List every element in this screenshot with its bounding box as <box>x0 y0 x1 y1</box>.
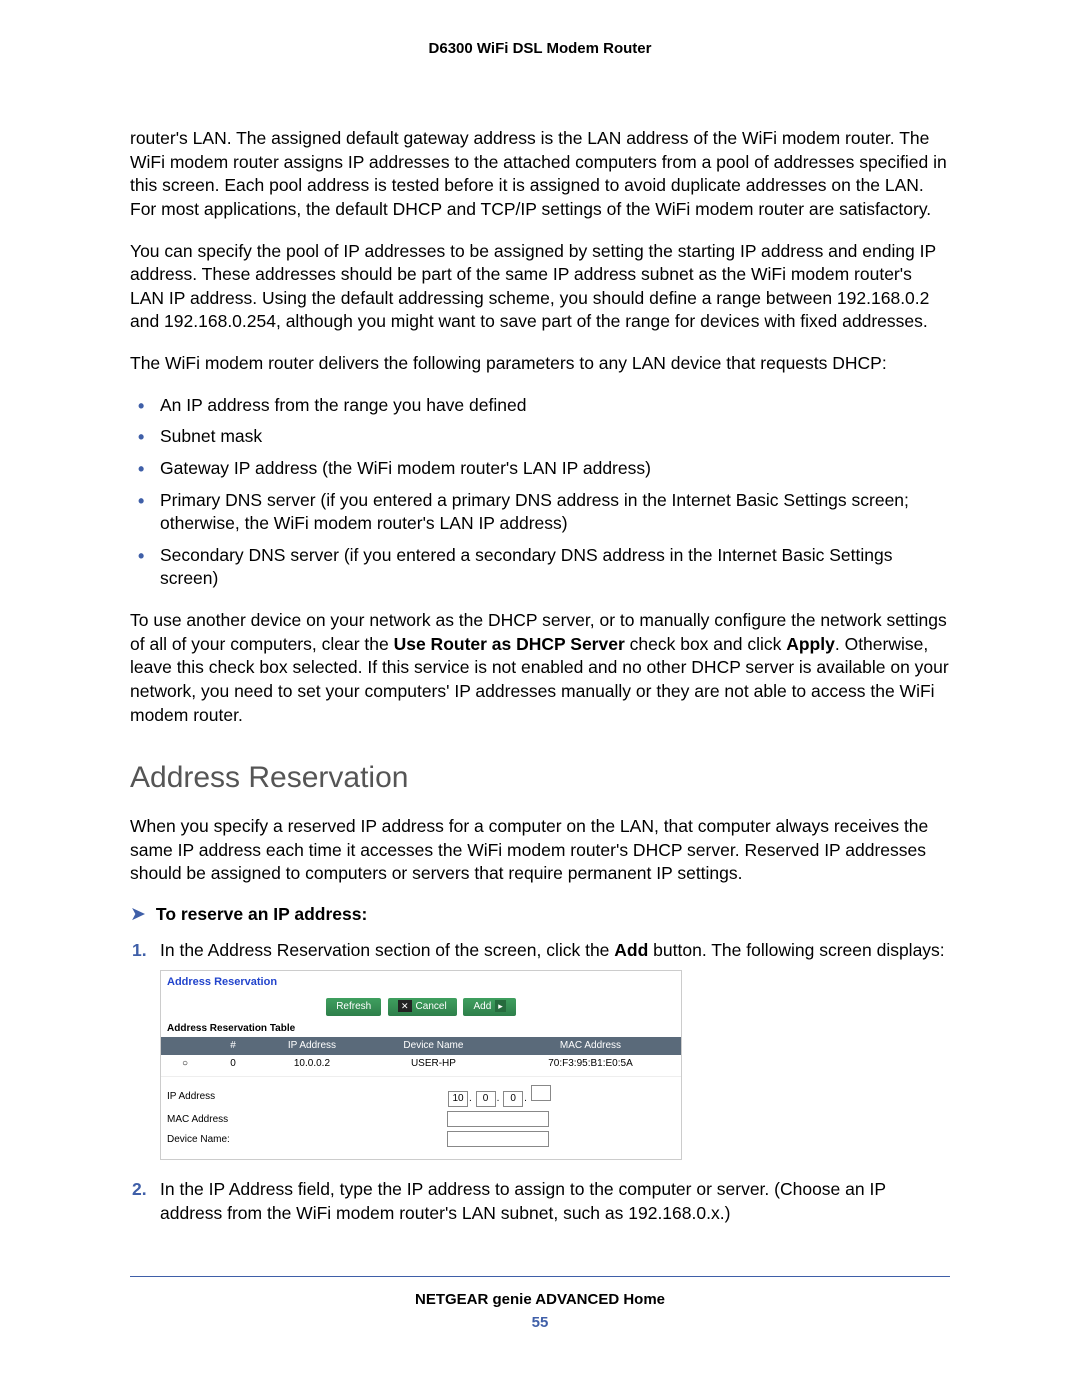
address-reservation-screenshot: Address Reservation Refresh ✕ Cancel Add ▸… <box>160 970 682 1160</box>
screenshot-button-row: Refresh ✕ Cancel Add ▸ <box>161 994 681 1020</box>
row-ip: 10.0.0.2 <box>257 1055 367 1073</box>
procedure-steps: In the Address Reservation section of th… <box>130 939 950 1226</box>
device-name-input[interactable] <box>447 1131 549 1147</box>
section-heading-address-reservation: Address Reservation <box>130 761 950 795</box>
cancel-button-label: Cancel <box>416 1001 447 1012</box>
step-2: In the IP Address field, type the IP add… <box>160 1178 950 1225</box>
paragraph-3: The WiFi modem router delivers the follo… <box>130 352 950 376</box>
text-span: button. The following screen displays: <box>648 940 944 960</box>
procedure-heading: ➤ To reserve an IP address: <box>130 904 950 927</box>
add-button[interactable]: Add ▸ <box>463 998 515 1016</box>
screenshot-title: Address Reservation <box>161 971 681 994</box>
close-icon: ✕ <box>398 1000 412 1012</box>
ip-octet-3[interactable]: 0 <box>503 1091 523 1107</box>
col-ip-header: IP Address <box>257 1037 367 1055</box>
text-span: check box and click <box>625 634 786 654</box>
list-item: Secondary DNS server (if you entered a s… <box>160 544 950 591</box>
add-button-label: Add <box>473 1001 491 1012</box>
page-footer: NETGEAR genie ADVANCED Home 55 <box>130 1276 950 1331</box>
list-item: An IP address from the range you have de… <box>160 394 950 418</box>
chevron-right-icon: ➤ <box>130 904 146 927</box>
ip-address-label: IP Address <box>167 1090 257 1104</box>
page-header: D6300 WiFi DSL Modem Router <box>130 40 950 57</box>
mac-address-input[interactable] <box>447 1111 549 1127</box>
step-1: In the Address Reservation section of th… <box>160 939 950 1160</box>
refresh-button[interactable]: Refresh <box>326 998 381 1016</box>
table-row: ○ 0 10.0.0.2 USER-HP 70:F3:95:B1:E0:5A <box>161 1055 681 1073</box>
paragraph-4: To use another device on your network as… <box>130 609 950 727</box>
row-num: 0 <box>209 1055 257 1073</box>
paragraph-2: You can specify the pool of IP addresses… <box>130 240 950 335</box>
text-span: In the Address Reservation section of th… <box>160 940 614 960</box>
mac-address-label: MAC Address <box>167 1113 257 1127</box>
row-mac: 70:F3:95:B1:E0:5A <box>500 1055 681 1073</box>
footer-page-number: 55 <box>130 1314 950 1331</box>
screenshot-form: IP Address 10. 0. 0. MAC Address Dev <box>161 1076 681 1159</box>
col-device-header: Device Name <box>367 1037 500 1055</box>
dhcp-params-list: An IP address from the range you have de… <box>130 394 950 591</box>
ip-octet-4[interactable] <box>531 1085 551 1101</box>
cancel-button[interactable]: ✕ Cancel <box>388 998 457 1016</box>
paragraph-1: router's LAN. The assigned default gatew… <box>130 127 950 222</box>
ip-octet-2[interactable]: 0 <box>476 1091 496 1107</box>
row-radio[interactable]: ○ <box>161 1055 209 1073</box>
list-item: Gateway IP address (the WiFi modem route… <box>160 457 950 481</box>
col-num-header: # <box>209 1037 257 1055</box>
device-name-label: Device Name: <box>167 1133 257 1147</box>
list-item: Subnet mask <box>160 425 950 449</box>
reservation-table: # IP Address Device Name MAC Address ○ 0… <box>161 1037 681 1072</box>
bold-text: Add <box>614 940 648 960</box>
bold-text: Use Router as DHCP Server <box>394 634 625 654</box>
reservation-table-label: Address Reservation Table <box>161 1020 681 1038</box>
bold-text: Apply <box>786 634 835 654</box>
row-device: USER-HP <box>367 1055 500 1073</box>
ip-octet-1[interactable]: 10 <box>448 1091 468 1107</box>
procedure-lead-text: To reserve an IP address: <box>156 904 367 925</box>
list-item: Primary DNS server (if you entered a pri… <box>160 489 950 536</box>
footer-title: NETGEAR genie ADVANCED Home <box>130 1291 950 1308</box>
chevron-right-icon: ▸ <box>495 1000 506 1012</box>
col-mac-header: MAC Address <box>500 1037 681 1055</box>
address-reservation-intro: When you specify a reserved IP address f… <box>130 815 950 886</box>
